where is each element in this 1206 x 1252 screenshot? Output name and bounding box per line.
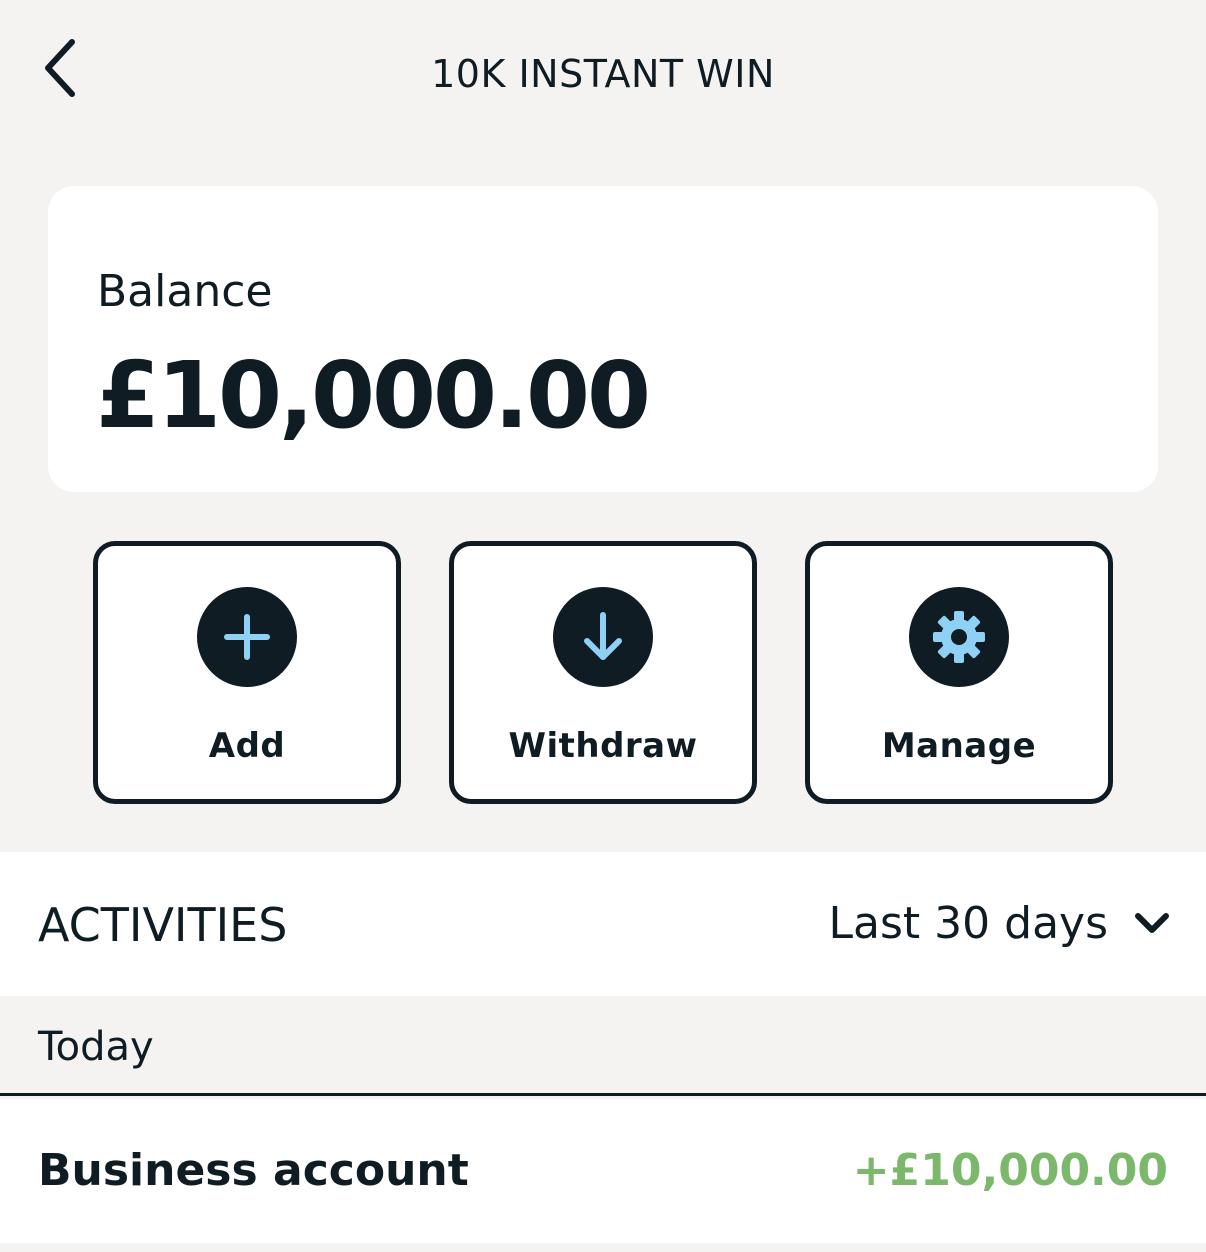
gear-icon: [909, 587, 1009, 687]
transaction-row[interactable]: Business account +£10,000.00: [0, 1099, 1206, 1243]
activities-header: ACTIVITIES Last 30 days: [0, 852, 1206, 996]
add-button[interactable]: Add: [93, 541, 401, 804]
action-buttons: Add Withdraw Manage: [93, 541, 1113, 804]
withdraw-label: Withdraw: [508, 726, 698, 766]
top-bar: 10K INSTANT WIN: [0, 0, 1206, 150]
manage-label: Manage: [881, 726, 1037, 766]
day-label: Today: [38, 1024, 154, 1070]
page-title: 10K INSTANT WIN: [431, 52, 775, 96]
date-range-dropdown[interactable]: Last 30 days: [829, 898, 1170, 949]
balance-card: Balance £10,000.00: [48, 186, 1158, 492]
day-group-header: Today: [0, 996, 1206, 1096]
balance-label: Balance: [97, 266, 273, 317]
balance-amount: £10,000.00: [96, 342, 651, 449]
manage-button[interactable]: Manage: [805, 541, 1113, 804]
withdraw-button[interactable]: Withdraw: [449, 541, 757, 804]
add-label: Add: [208, 726, 286, 766]
transaction-name: Business account: [38, 1145, 469, 1196]
activities-title: ACTIVITIES: [38, 898, 288, 952]
arrow-down-icon: [553, 587, 653, 687]
date-range-label: Last 30 days: [828, 898, 1108, 949]
plus-icon: [197, 587, 297, 687]
transaction-amount: +£10,000.00: [852, 1145, 1168, 1196]
chevron-down-icon: [1135, 912, 1169, 933]
